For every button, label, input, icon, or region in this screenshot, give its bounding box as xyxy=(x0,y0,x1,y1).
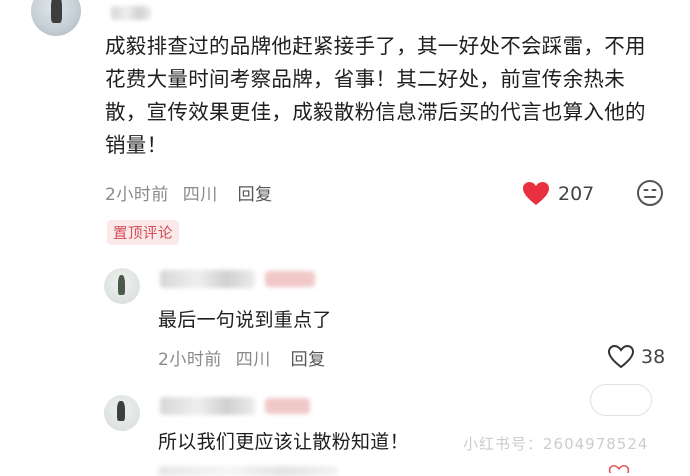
pinned-comment-badge: 置顶评论 xyxy=(107,220,179,245)
comment-text: 成毅排查过的品牌他赶紧接手了，其一好处不会踩雷，不用花费大量时间考察品牌，省事！… xyxy=(105,34,646,157)
watermark-text: 小红书号：2604978524 xyxy=(463,435,649,453)
heart-filled-icon xyxy=(522,181,550,206)
reply-time: 2小时前 xyxy=(158,350,222,370)
neutral-face-icon xyxy=(636,180,664,211)
reply-text: 所以我们更应该让散粉知道！ xyxy=(158,431,409,453)
reply-avatar[interactable] xyxy=(104,395,140,431)
avatar-figure xyxy=(117,275,125,295)
reply-button[interactable]: 回复 xyxy=(238,185,273,205)
reply-avatar[interactable] xyxy=(104,268,140,304)
comment-time: 2小时前 xyxy=(105,185,169,205)
like-count: 207 xyxy=(558,182,595,205)
reply-button[interactable]: 回复 xyxy=(291,350,326,370)
reply-meta-cutoff xyxy=(158,466,338,476)
reply-username-badge xyxy=(265,271,315,287)
like-button[interactable]: 207 xyxy=(522,181,594,206)
comment-location: 四川 xyxy=(182,185,218,205)
dislike-button[interactable] xyxy=(636,179,664,207)
reply-text: 最后一句说到重点了 xyxy=(158,309,332,331)
comment-meta: 2小时前 四川 回复 xyxy=(105,180,273,205)
avatar-figure xyxy=(116,401,125,422)
reply-like-count: 38 xyxy=(641,345,666,368)
heart-outline-icon xyxy=(607,344,635,369)
avatar-figure xyxy=(51,0,62,23)
avatar[interactable] xyxy=(31,0,81,36)
reply-username-badge xyxy=(265,398,310,414)
username[interactable] xyxy=(111,6,151,20)
reply-like-button[interactable]: 38 xyxy=(607,344,665,369)
watermark-logo xyxy=(590,384,652,416)
reply-username[interactable] xyxy=(160,270,255,288)
reply-meta: 2小时前 四川 回复 xyxy=(158,345,326,370)
reply-username[interactable] xyxy=(160,397,255,415)
reply-location: 四川 xyxy=(235,350,271,370)
heart-outline-icon[interactable] xyxy=(608,464,630,473)
